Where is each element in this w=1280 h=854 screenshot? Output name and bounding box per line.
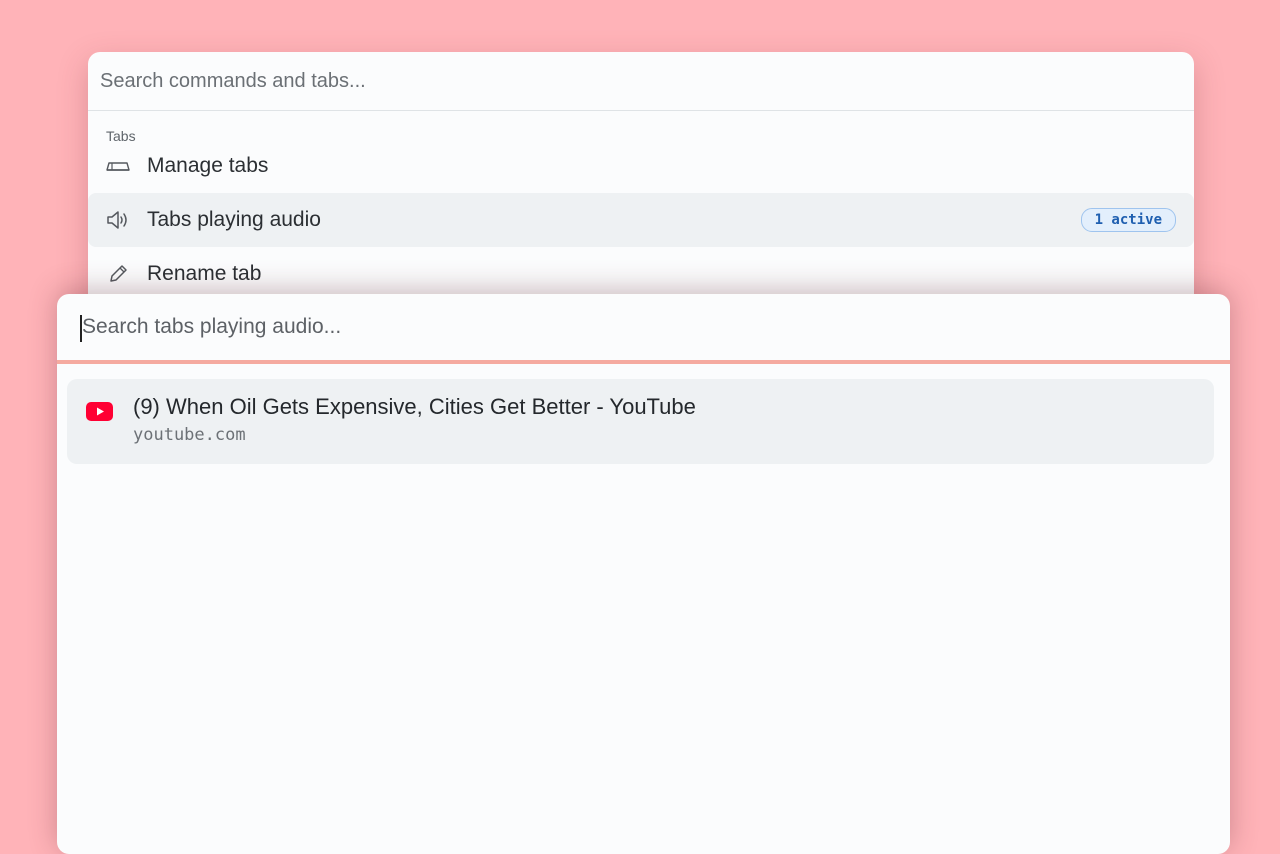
command-search-input[interactable]: Search commands and tabs...: [88, 52, 1194, 111]
audio-tabs-search-input[interactable]: Search tabs playing audio...: [57, 294, 1230, 364]
audio-tab-title: (9) When Oil Gets Expensive, Cities Get …: [133, 394, 696, 419]
active-count-badge: 1 active: [1080, 208, 1176, 232]
audio-tabs-panel: Search tabs playing audio... (9) When Oi…: [57, 294, 1230, 854]
audio-tab-result[interactable]: (9) When Oil Gets Expensive, Cities Get …: [67, 379, 1214, 464]
command-search-placeholder: Search commands and tabs...: [100, 69, 366, 92]
command-item-label: Manage tabs: [147, 154, 269, 177]
group-label-tabs: Tabs: [106, 128, 136, 144]
audio-tab-url: youtube.com: [133, 425, 246, 445]
command-item-label: Rename tab: [147, 262, 262, 285]
youtube-icon: [86, 402, 113, 421]
speaker-icon: [106, 208, 130, 232]
text-caret: [80, 314, 82, 342]
command-item-label: Tabs playing audio: [147, 208, 321, 231]
pencil-icon: [106, 262, 130, 286]
audio-tabs-search-placeholder: Search tabs playing audio...: [82, 315, 342, 338]
command-item-rename-tab[interactable]: Rename tab: [88, 247, 1194, 301]
command-item-tabs-playing-audio[interactable]: Tabs playing audio 1 active: [88, 193, 1194, 247]
tabs-icon: [106, 154, 130, 178]
command-item-manage-tabs[interactable]: Manage tabs: [88, 139, 1194, 193]
